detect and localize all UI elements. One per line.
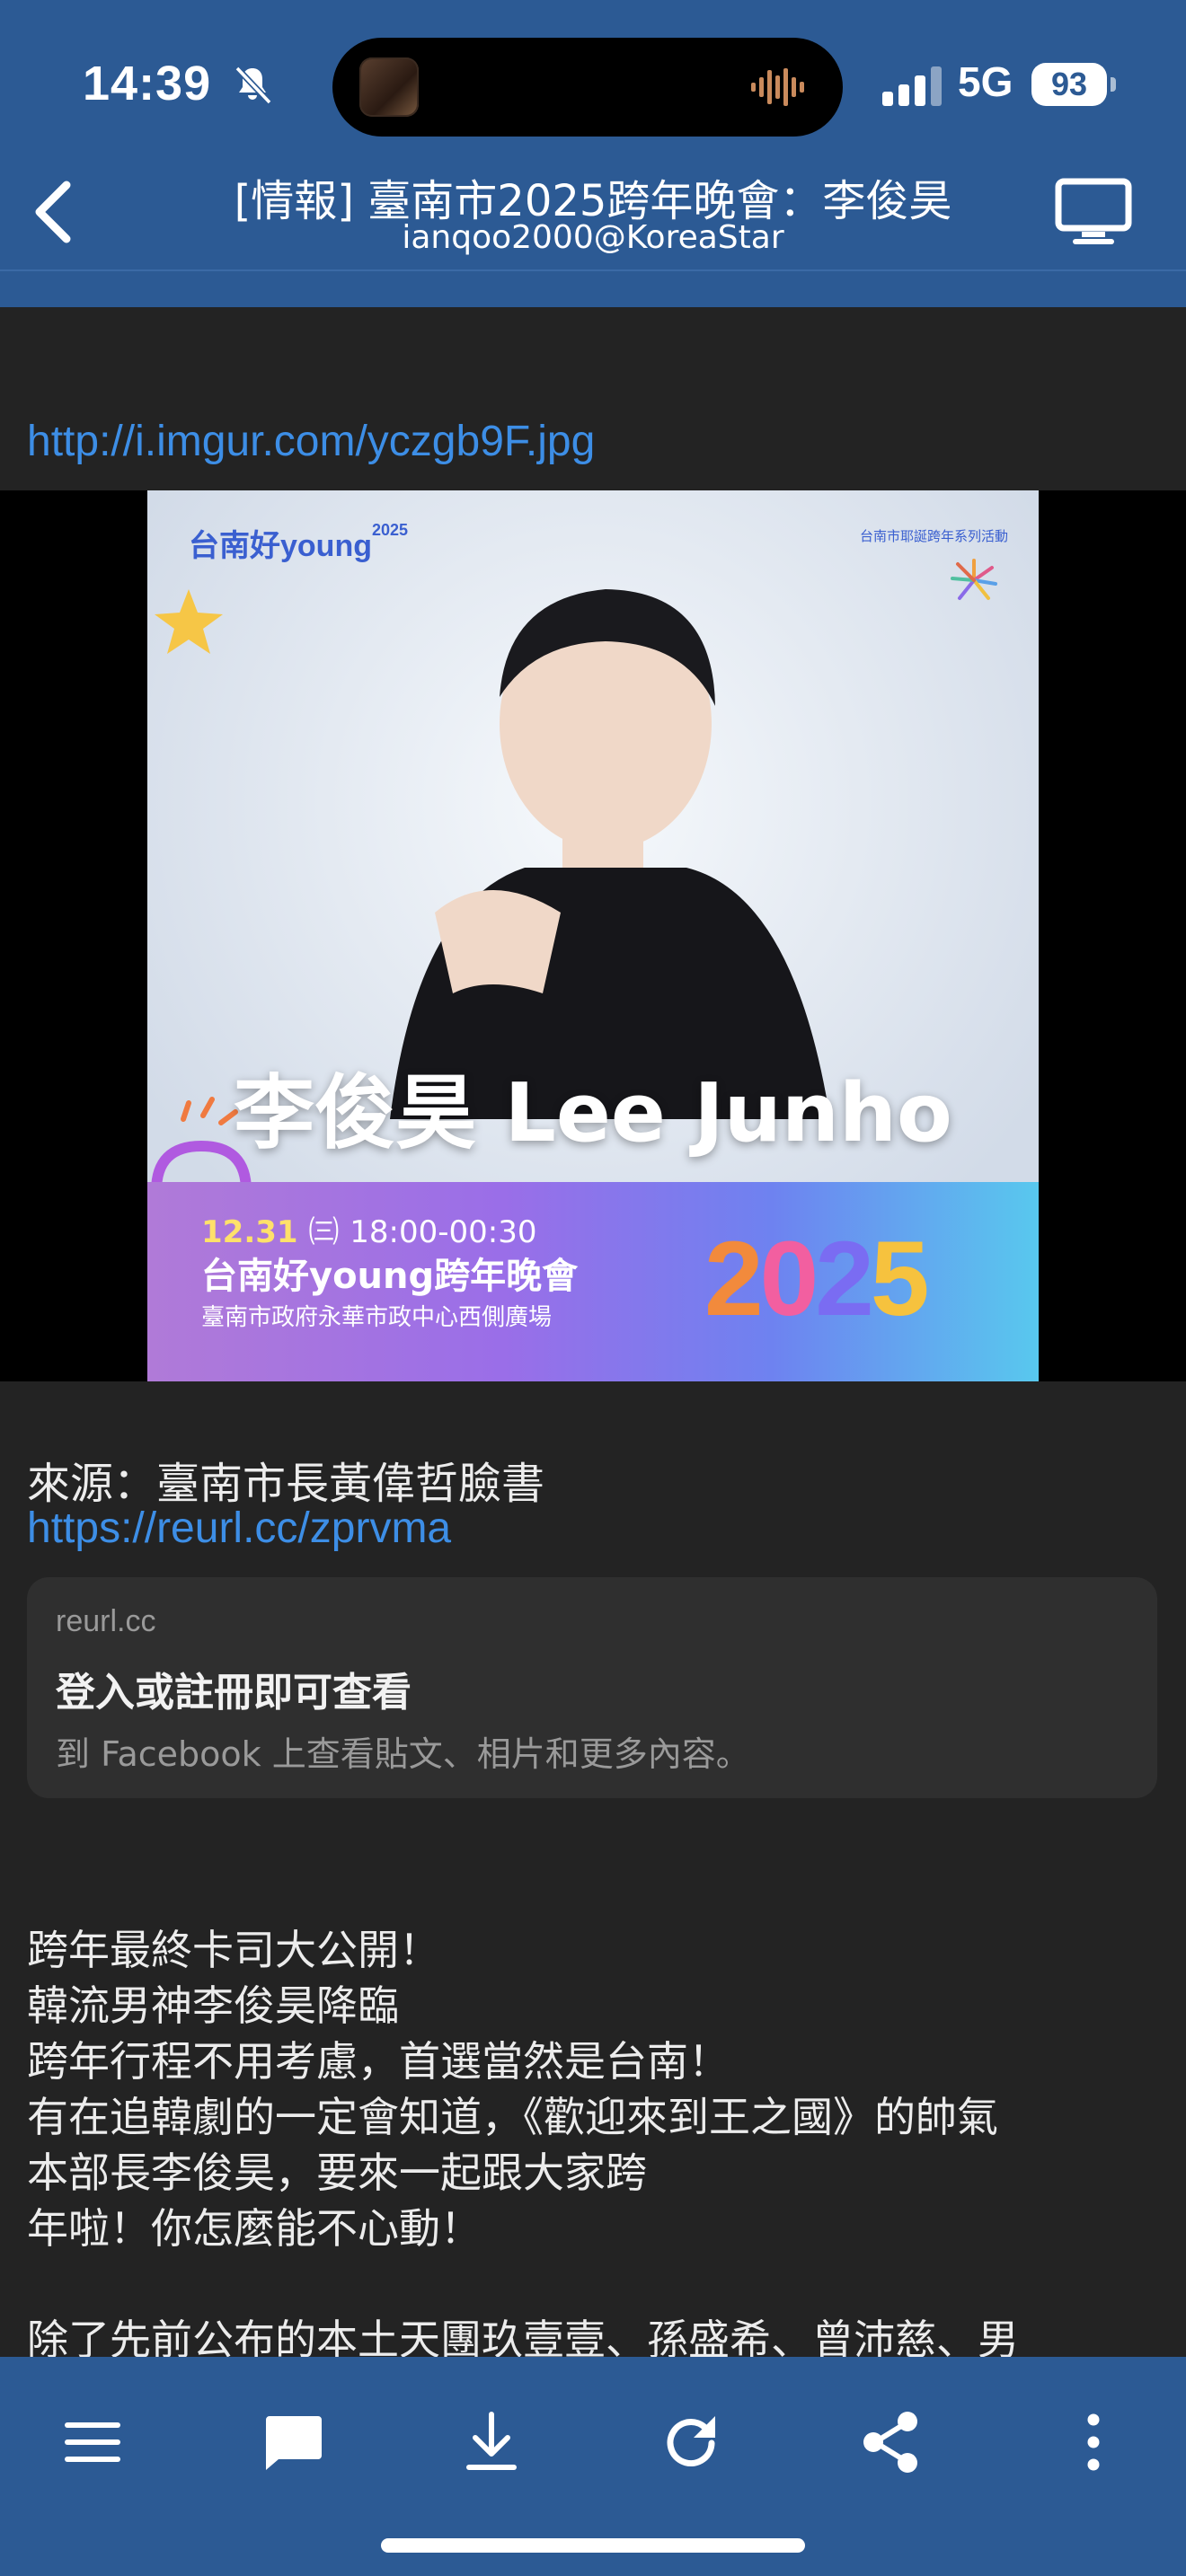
year-digit: 0	[759, 1220, 819, 1338]
chevron-left-icon[interactable]	[27, 176, 81, 248]
bell-slash-icon	[235, 66, 272, 105]
post-body: 跨年最終卡司大公開！ 韓流男神李俊昊降臨 跨年行程不用考慮，首選當然是台南！ 有…	[27, 1922, 1159, 2368]
share-icon	[863, 2412, 917, 2473]
more-options-button[interactable]	[1044, 2393, 1143, 2492]
comment-icon	[266, 2416, 322, 2470]
status-time: 14:39	[83, 57, 212, 110]
poster-weekday: ㈢	[308, 1214, 340, 1250]
monitor-icon[interactable]	[1053, 176, 1134, 248]
home-indicator[interactable]	[381, 2538, 805, 2553]
body-line: 有在追韓劇的一定會知道，《歡迎來到王之國》的帥氣	[27, 2093, 998, 2141]
year-digit: 5	[870, 1220, 930, 1338]
top-bar: 14:39 5G 93 [情報] 臺南市2025跨年晚會：李俊昊 ianqoo2…	[0, 0, 1186, 307]
battery-icon: 93	[1031, 63, 1107, 106]
network-type: 5G	[958, 58, 1013, 105]
poster-logo: 台南好young2025	[189, 521, 408, 565]
comment-button[interactable]	[243, 2393, 341, 2492]
body-line: 年啦！你怎麼能不心動！	[27, 2204, 482, 2253]
share-button[interactable]	[841, 2393, 940, 2492]
board-subtitle: ianqoo2000@KoreaStar	[402, 219, 784, 256]
menu-icon	[65, 2422, 120, 2462]
poster-logo-text: 台南好young	[189, 529, 372, 563]
refresh-button[interactable]	[642, 2393, 740, 2492]
link-preview-card[interactable]: reurl.cc 登入或註冊即可查看 到 Facebook 上查看貼文、相片和更…	[27, 1577, 1157, 1798]
poster-show-name: 台南好young跨年晚會	[201, 1256, 579, 1297]
refresh-icon	[667, 2416, 715, 2467]
poster-date: 12.31 ㈢ 18:00-00:30	[201, 1207, 536, 1251]
poster-logo-year: 2025	[371, 521, 409, 539]
body-line: 韓流男神李俊昊降臨	[27, 1981, 399, 2030]
battery-tip	[1111, 77, 1116, 92]
menu-button[interactable]	[43, 2393, 142, 2492]
header-divider	[0, 269, 1186, 271]
card-description: 到 Facebook 上查看貼文、相片和更多內容。	[56, 1734, 750, 1774]
body-line: 跨年行程不用考慮，首選當然是台南！	[27, 2037, 730, 2086]
poster-time: 18:00-00:30	[350, 1214, 537, 1250]
source-label: 來源：臺南市長黃偉哲臉書	[27, 1459, 545, 1509]
image-frame: 台南好young2025 台南市耶誕跨年系列活動 李俊昊 Lee Junho 1…	[0, 490, 1186, 1381]
body-line: 本部長李俊昊，要來一起跟大家跨	[27, 2148, 647, 2197]
image-link[interactable]: http://i.imgur.com/yczgb9F.jpg	[27, 417, 595, 466]
audio-waveform-icon	[751, 68, 804, 106]
poster-year-2025: 2025	[704, 1218, 930, 1340]
card-title: 登入或註冊即可查看	[56, 1670, 412, 1716]
poster-event-tag: 台南市耶誕跨年系列活動	[859, 528, 1008, 544]
body-line	[27, 2256, 1159, 2312]
event-poster-image[interactable]: 台南好young2025 台南市耶誕跨年系列活動 李俊昊 Lee Junho 1…	[147, 490, 1039, 1381]
year-digit: 2	[704, 1220, 764, 1338]
poster-headline: 李俊昊 Lee Junho	[234, 1066, 952, 1160]
year-digit: 2	[815, 1220, 874, 1338]
more-vertical-icon	[1087, 2413, 1100, 2471]
dynamic-island[interactable]	[332, 38, 843, 137]
media-thumbnail	[359, 57, 419, 117]
source-link[interactable]: https://reurl.cc/zprvma	[27, 1504, 451, 1553]
download-button[interactable]	[442, 2393, 541, 2492]
body-line: 跨年最終卡司大公開！	[27, 1926, 440, 1974]
poster-venue: 臺南市政府永華市政中心西側廣場	[201, 1304, 553, 1331]
poster-date-value: 12.31	[201, 1214, 298, 1250]
signal-bars-icon	[882, 66, 942, 106]
download-icon	[466, 2412, 517, 2470]
card-domain: reurl.cc	[56, 1604, 156, 1638]
